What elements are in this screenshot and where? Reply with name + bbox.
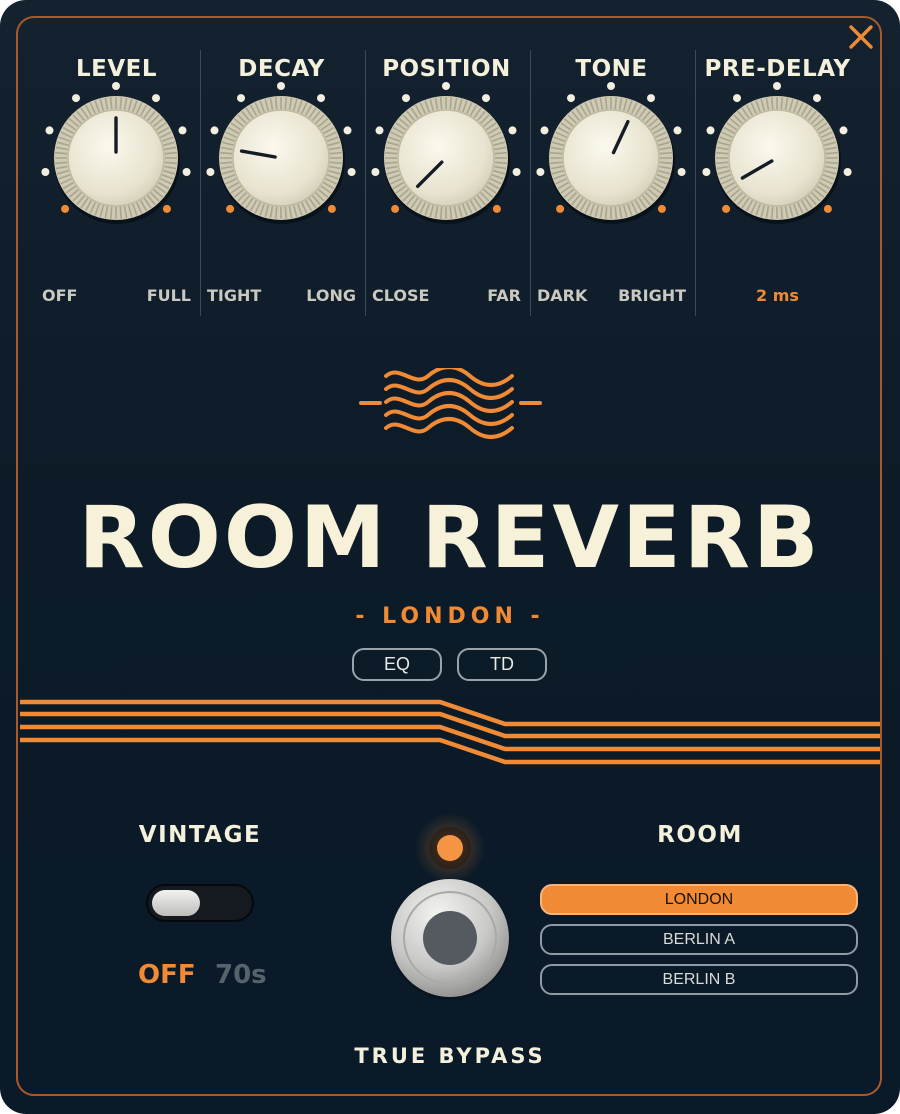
knob-scale-dot: [442, 82, 450, 90]
knob-scale-dot: [162, 204, 171, 213]
knob-scale-dot: [402, 94, 410, 103]
knob-scale-dot: [823, 204, 832, 213]
knob-min-label: DARK: [537, 286, 588, 305]
knob-scale-dot: [773, 82, 781, 90]
room-option-london[interactable]: LONDON: [540, 884, 858, 915]
reverb-pedal: LEVEL OFF FULL DECAY TIGHT LONG POSITION…: [0, 0, 900, 1114]
knob-scale-dot: [277, 82, 285, 90]
knob-scale-dot: [607, 82, 615, 90]
knob-max-label: LONG: [306, 286, 356, 305]
level-knob-section: LEVEL OFF FULL: [34, 50, 199, 316]
knob-scale-dot: [567, 94, 575, 103]
position-knob[interactable]: [364, 80, 529, 280]
room-title: ROOM: [657, 822, 743, 848]
knob-max-label: FAR: [487, 286, 521, 305]
knob-scale-dot: [391, 204, 400, 213]
knob-scale-dot: [317, 94, 325, 103]
knob-scale-dot: [327, 204, 336, 213]
predelay-knob-section: PRE-DELAY 2 ms: [695, 50, 860, 316]
eq-button[interactable]: EQ: [352, 648, 442, 681]
knob-min-label: CLOSE: [372, 286, 430, 305]
knob-scale-dot: [226, 204, 235, 213]
knob-min-label: TIGHT: [207, 286, 262, 305]
close-icon[interactable]: [846, 22, 876, 52]
knob-scale-dot: [706, 126, 715, 135]
footswitch-button[interactable]: [388, 876, 512, 1000]
toggle-thumb: [152, 890, 200, 916]
knob-scale-dot: [843, 168, 852, 176]
knob-scale-dot: [72, 94, 80, 103]
knob-min-label: OFF: [42, 286, 78, 305]
level-knob[interactable]: [34, 80, 199, 280]
knob-scale-dot: [540, 126, 549, 135]
knob-scale-dot: [371, 168, 380, 176]
knob-scale-dot: [733, 94, 741, 103]
room-option-berlin-b[interactable]: BERLIN B: [540, 964, 858, 995]
wave-logo-icon: [359, 368, 542, 439]
product-subtitle: - LONDON -: [355, 604, 545, 629]
knob-max-label: BRIGHT: [618, 286, 686, 305]
knob-scale-dot: [482, 94, 490, 103]
knob-scale-dot: [178, 126, 187, 135]
knob-scale-dot: [556, 204, 565, 213]
knob-value-label: 2 ms: [756, 286, 799, 305]
knob-cap: [728, 109, 826, 207]
vintage-on-label: 70s: [215, 960, 267, 990]
knob-scale-dot: [41, 168, 50, 176]
knob-scale-dot: [206, 168, 215, 176]
knob-max-label: FULL: [146, 286, 191, 305]
product-title: ROOM REVERB: [78, 488, 822, 588]
knob-cap: [397, 109, 495, 207]
tone-knob-section: TONE DARK BRIGHT: [529, 50, 694, 316]
vintage-off-label: OFF: [138, 960, 196, 990]
knob-scale-dot: [182, 168, 191, 176]
true-bypass-label: TRUE BYPASS: [354, 1044, 546, 1068]
knob-scale-dot: [45, 126, 54, 135]
knob-title: PRE-DELAY: [704, 56, 851, 82]
room-option-berlin-a[interactable]: BERLIN A: [540, 924, 858, 955]
knob-scale-dot: [347, 168, 356, 176]
knob-scale-dot: [237, 94, 245, 103]
knob-scale-dot: [210, 126, 219, 135]
decay-knob[interactable]: [199, 80, 364, 280]
knob-scale-dot: [647, 94, 655, 103]
decay-knob-section: DECAY TIGHT LONG: [199, 50, 364, 316]
knob-scale-dot: [152, 94, 160, 103]
knob-title: DECAY: [238, 56, 325, 82]
knob-scale-dot: [702, 168, 711, 176]
knob-scale-dot: [492, 204, 501, 213]
td-button[interactable]: TD: [457, 648, 547, 681]
knob-scale-dot: [673, 126, 682, 135]
knob-scale-dot: [61, 204, 70, 213]
position-knob-section: POSITION CLOSE FAR: [364, 50, 529, 316]
knob-scale-dot: [536, 168, 545, 176]
vintage-toggle[interactable]: [146, 884, 254, 922]
knob-scale-dot: [839, 126, 848, 135]
knob-scale-dot: [343, 126, 352, 135]
knob-cap: [562, 109, 660, 207]
knob-scale-dot: [512, 168, 521, 176]
predelay-knob[interactable]: [695, 80, 860, 280]
vintage-title: VINTAGE: [138, 822, 262, 848]
decorative-stripes: [20, 699, 880, 765]
knob-title: LEVEL: [75, 56, 158, 82]
knob-scale-dot: [112, 82, 120, 90]
knob-scale-dot: [375, 126, 384, 135]
knob-scale-dot: [677, 168, 686, 176]
knob-scale-dot: [813, 94, 821, 103]
bypass-led-icon: [415, 813, 485, 883]
knob-scale-dot: [722, 204, 731, 213]
knob-cap: [232, 109, 330, 207]
knob-scale-dot: [657, 204, 666, 213]
knob-title: POSITION: [382, 56, 511, 82]
tone-knob[interactable]: [529, 80, 694, 280]
knob-scale-dot: [508, 126, 517, 135]
knob-title: TONE: [575, 56, 648, 82]
